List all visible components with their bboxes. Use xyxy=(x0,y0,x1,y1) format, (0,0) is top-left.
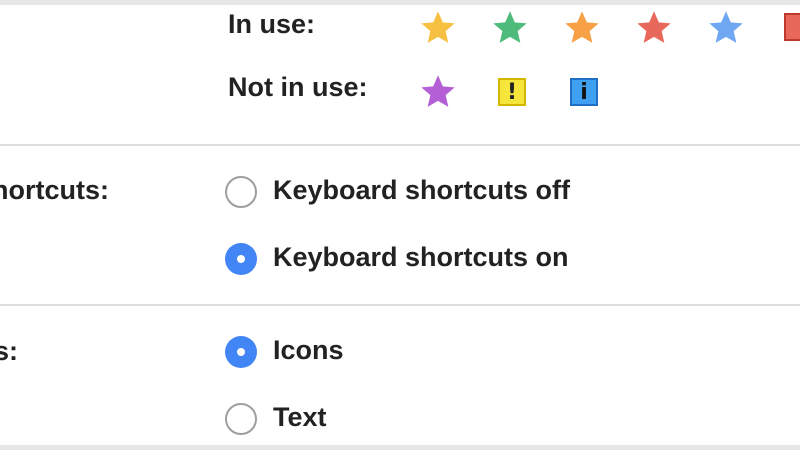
section-divider xyxy=(0,304,800,306)
purple-star-icon[interactable] xyxy=(418,72,458,112)
blue-info-icon[interactable]: i xyxy=(570,78,598,106)
keyboard-shortcuts-on-label[interactable]: Keyboard shortcuts on xyxy=(273,242,569,273)
yellow-bang-icon[interactable]: ! xyxy=(498,78,526,106)
stars-in-use-label: In use: xyxy=(228,9,316,39)
button-labels-icons-radio[interactable] xyxy=(225,336,257,368)
button-labels-text-label[interactable]: Text xyxy=(273,402,327,433)
red-star-icon[interactable] xyxy=(634,8,674,48)
green-star-icon[interactable] xyxy=(490,8,530,48)
yellow-star-icon[interactable] xyxy=(418,8,458,48)
orange-star-icon[interactable] xyxy=(562,8,602,48)
keyboard-shortcuts-off-label[interactable]: Keyboard shortcuts off xyxy=(273,175,570,206)
bottom-frame-border xyxy=(0,445,800,450)
stars-not-in-use-label: Not in use: xyxy=(228,72,368,102)
keyboard-shortcuts-on-radio[interactable] xyxy=(225,243,257,275)
yellow-bang-symbol: ! xyxy=(506,79,518,105)
keyboard-shortcuts-label: hortcuts: xyxy=(0,175,109,205)
keyboard-shortcuts-off-radio[interactable] xyxy=(225,176,257,208)
button-labels-label: s: xyxy=(0,336,19,366)
section-divider xyxy=(0,144,800,146)
top-frame-border xyxy=(0,0,800,5)
button-labels-icons-label[interactable]: Icons xyxy=(273,335,344,366)
blue-info-symbol: i xyxy=(580,79,588,105)
blue-star-icon[interactable] xyxy=(706,8,746,48)
red-bang-badge-icon[interactable] xyxy=(784,13,800,41)
button-labels-text-radio[interactable] xyxy=(225,403,257,435)
